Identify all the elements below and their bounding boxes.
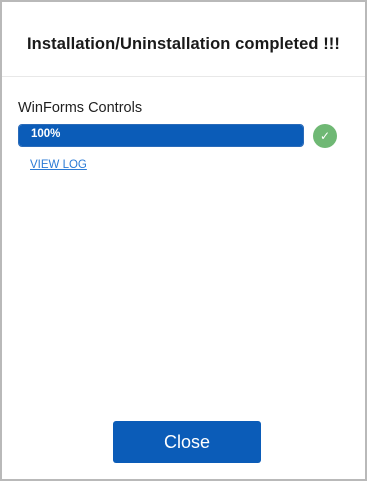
progress-text: 100% — [31, 128, 61, 140]
dialog-title: Installation/Uninstallation completed !!… — [26, 35, 341, 53]
progress-fill — [19, 125, 303, 146]
installer-dialog: Installation/Uninstallation completed !!… — [0, 0, 367, 481]
view-log-link[interactable]: VIEW LOG — [30, 159, 87, 171]
product-name: WinForms Controls — [18, 100, 143, 116]
title-divider — [2, 76, 365, 77]
progress-bar: 100% — [18, 124, 304, 147]
checkmark-icon: ✓ — [313, 124, 337, 148]
close-button[interactable]: Close — [113, 421, 261, 463]
